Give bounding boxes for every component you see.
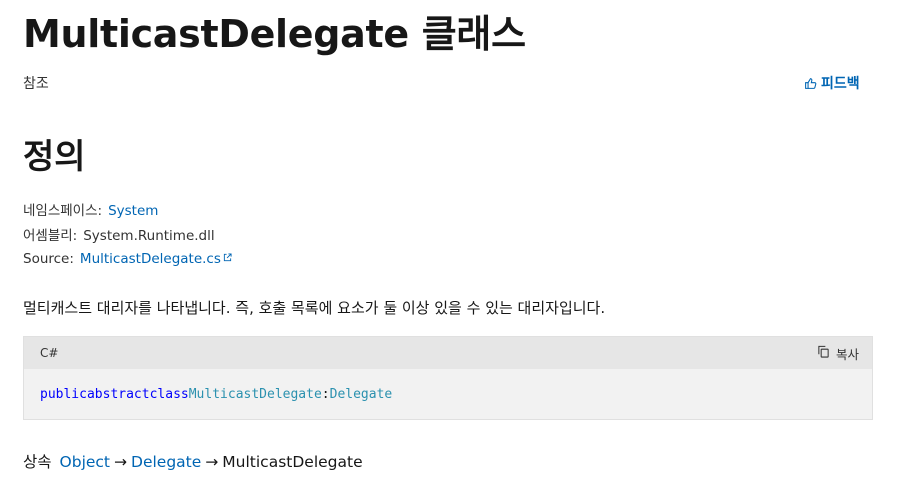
source-link[interactable]: MulticastDelegate.cs (80, 251, 232, 267)
code-base-type: Delegate (329, 386, 393, 402)
source-label: Source: (23, 251, 74, 267)
code-header: C# 복사 (24, 337, 872, 369)
source-link-label: MulticastDelegate.cs (79, 251, 221, 267)
assembly-row: 어셈블리: System.Runtime.dll (23, 224, 215, 244)
assembly-value: System.Runtime.dll (83, 228, 215, 244)
inheritance-arrow: → (205, 453, 219, 471)
namespace-row: 네임스페이스: System (23, 199, 158, 219)
code-block: C# 복사 public abstract class MulticastDel… (23, 336, 873, 420)
assembly-label: 어셈블리: (23, 228, 78, 244)
feedback-label: 피드백 (821, 76, 860, 92)
external-link-icon (223, 250, 232, 266)
feedback-button[interactable]: 피드백 (804, 73, 860, 93)
source-row: Source: MulticastDelegate.cs (23, 250, 232, 267)
thumbs-up-icon (804, 77, 817, 90)
inheritance-arrow: → (114, 453, 128, 471)
code-language-label: C# (40, 346, 59, 360)
code-body: public abstract class MulticastDelegate … (24, 369, 872, 419)
code-keyword-abstract: abstract (86, 386, 150, 402)
page-title: MulticastDelegate 클래스 (23, 12, 526, 56)
reference-label: 참조 (23, 76, 49, 92)
definition-heading: 정의 (23, 137, 86, 177)
code-keyword-public: public (40, 386, 87, 402)
inheritance-current: MulticastDelegate (222, 453, 363, 471)
code-keyword-class: class (149, 386, 189, 402)
inheritance-link-object[interactable]: Object (60, 453, 110, 471)
copy-label: 복사 (835, 346, 859, 362)
code-colon: : (321, 386, 330, 402)
copy-icon (817, 345, 830, 361)
inheritance-link-delegate[interactable]: Delegate (131, 453, 201, 471)
inheritance-label: 상속 (23, 453, 52, 471)
namespace-label: 네임스페이스: (23, 203, 103, 219)
namespace-link[interactable]: System (108, 203, 158, 219)
class-description: 멀티캐스트 대리자를 나타냅니다. 즉, 호출 목록에 요소가 둘 이상 있을 … (23, 299, 606, 317)
code-type-name: MulticastDelegate (188, 386, 322, 402)
inheritance-row: 상속 Object → Delegate → MulticastDelegate (23, 450, 363, 472)
copy-button[interactable]: 복사 (817, 344, 859, 363)
